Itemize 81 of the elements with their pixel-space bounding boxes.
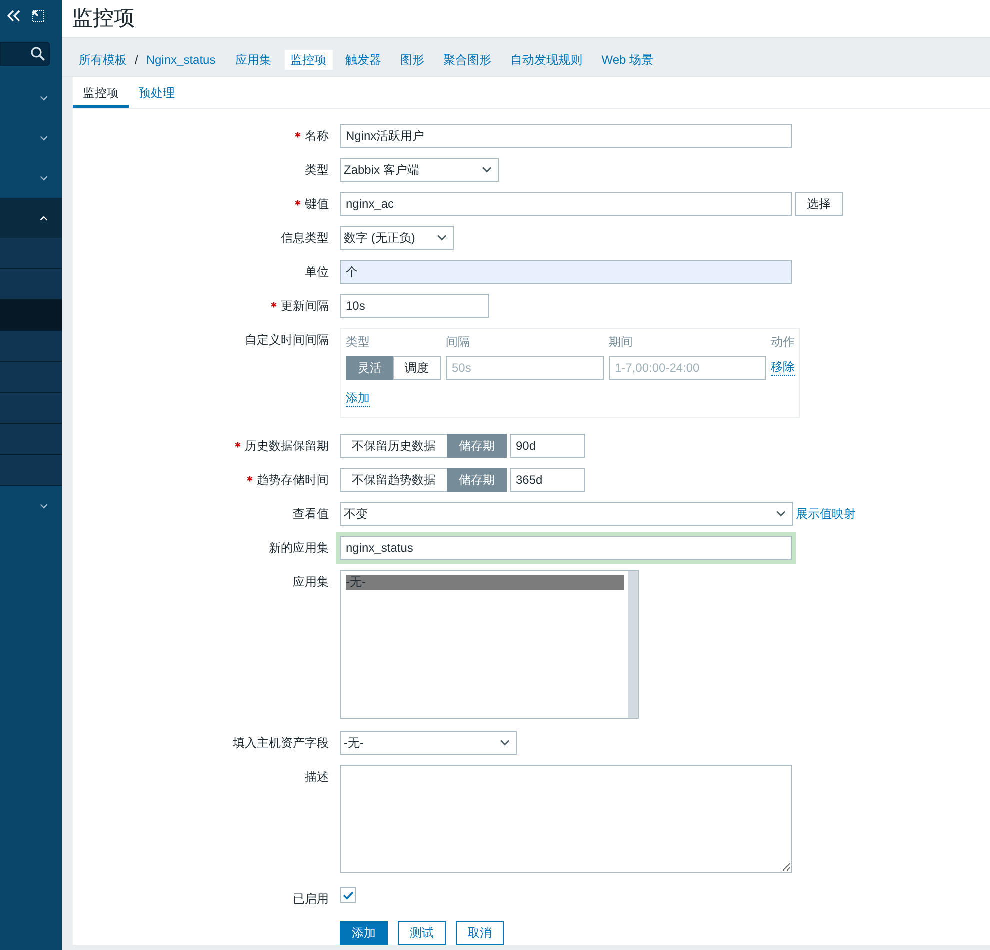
breadcrumb-separator: / (135, 52, 138, 69)
sidebar-menu-item[interactable] (0, 198, 62, 238)
chevron-down-icon (437, 235, 447, 241)
scrollbar[interactable] (628, 571, 638, 718)
units-field[interactable]: 个 (340, 260, 792, 284)
breadcrumb-link[interactable]: 所有模板 (73, 51, 133, 69)
show-value-select[interactable]: 不变 (340, 502, 793, 526)
segment-option[interactable]: 储存期 (447, 434, 507, 458)
form-tab[interactable]: 预处理 (129, 77, 185, 108)
field-label: 描述 (305, 769, 329, 786)
nav-tab[interactable]: 触发器 (340, 50, 388, 70)
sidebar-submenu-item[interactable] (0, 269, 62, 300)
info-type-select[interactable]: 数字 (无正负) (340, 226, 454, 250)
list-option[interactable]: -无- (346, 575, 624, 590)
chevron-down-icon (776, 511, 786, 517)
interval-field[interactable]: 50s (446, 356, 604, 380)
field-label: 历史数据保留期 (245, 438, 329, 455)
chevron-down-icon (482, 167, 492, 173)
expand-icon[interactable] (32, 10, 45, 22)
column-header: 动作 (771, 334, 796, 350)
value-mapping-link[interactable]: 展示值映射 (796, 505, 856, 523)
add-link[interactable]: 添加 (346, 391, 370, 407)
test-button[interactable]: 测试 (398, 921, 446, 945)
collapse-icon[interactable] (7, 10, 21, 22)
new-application-field[interactable]: nginx_status (336, 532, 796, 564)
nav-tab[interactable]: 图形 (394, 50, 431, 70)
sidebar-submenu-item[interactable] (0, 300, 62, 331)
add-button[interactable]: 添加 (340, 921, 388, 945)
update-interval-field[interactable]: 10s (340, 294, 489, 318)
sidebar-submenu-item[interactable] (0, 393, 62, 424)
segment-option[interactable]: 不保留历史数据 (340, 434, 448, 458)
field-label: 趋势存储时间 (257, 472, 329, 489)
nav-tab[interactable]: 自动发现规则 (504, 50, 589, 70)
trends-period-field[interactable]: 365d (510, 468, 585, 492)
segment-option[interactable]: 不保留趋势数据 (340, 468, 448, 492)
page-title: 监控项 (72, 8, 135, 29)
field-label: 新的应用集 (269, 540, 329, 557)
nav-tab[interactable]: 应用集 (230, 50, 278, 70)
select-button[interactable]: 选择 (795, 192, 843, 216)
sidebar-submenu-item[interactable] (0, 362, 62, 393)
column-header: 间隔 (446, 334, 471, 350)
sidebar-submenu-item[interactable] (0, 331, 62, 362)
sidebar-submenu-item[interactable] (0, 424, 62, 455)
nav-tab[interactable]: 监控项 (284, 50, 333, 70)
inventory-field-select[interactable]: -无- (340, 731, 517, 755)
segment-option[interactable]: 灵活 (346, 356, 394, 380)
search-icon (31, 47, 45, 61)
type-select[interactable]: Zabbix 客户端 (340, 158, 499, 182)
period-field[interactable]: 1-7,00:00-24:00 (609, 356, 766, 380)
form-tab[interactable]: 监控项 (73, 77, 129, 108)
sidebar-search-field[interactable] (0, 42, 50, 66)
breadcrumb-link[interactable]: Nginx_status (140, 51, 222, 69)
chevron-down-icon (500, 740, 510, 746)
field-label: 键值 (305, 196, 329, 213)
field-label: 填入主机资产字段 (233, 735, 329, 752)
description-field[interactable] (340, 765, 792, 873)
nav-tab[interactable]: Web 场景 (596, 50, 660, 70)
segment-option[interactable]: 调度 (393, 356, 441, 380)
field-label: 单位 (305, 264, 329, 281)
column-header: 期间 (609, 334, 634, 350)
nav-tab[interactable]: 聚合图形 (438, 50, 498, 70)
field-label: 查看值 (293, 506, 329, 523)
sidebar-submenu-item[interactable] (0, 455, 62, 486)
field-label: 自定义时间间隔 (245, 332, 329, 349)
field-label: 更新间隔 (281, 298, 329, 315)
field-label: 类型 (305, 162, 329, 179)
field-label: 应用集 (293, 574, 329, 591)
cancel-button[interactable]: 取消 (456, 921, 504, 945)
applications-listbox[interactable]: -无- (340, 570, 639, 719)
history-period-field[interactable]: 90d (510, 434, 585, 458)
field-label: 已启用 (293, 891, 329, 908)
name-field[interactable]: Nginx活跃用户 (340, 124, 792, 148)
enabled-checkbox[interactable] (340, 887, 356, 903)
key-field[interactable]: nginx_ac (340, 192, 792, 216)
sidebar-submenu-item[interactable] (0, 238, 62, 269)
field-label: 名称 (305, 128, 329, 145)
field-label: 信息类型 (281, 230, 329, 247)
remove-link[interactable]: 移除 (771, 360, 795, 376)
segment-option[interactable]: 储存期 (447, 468, 507, 492)
column-header: 类型 (346, 334, 371, 350)
check-icon (342, 890, 354, 900)
